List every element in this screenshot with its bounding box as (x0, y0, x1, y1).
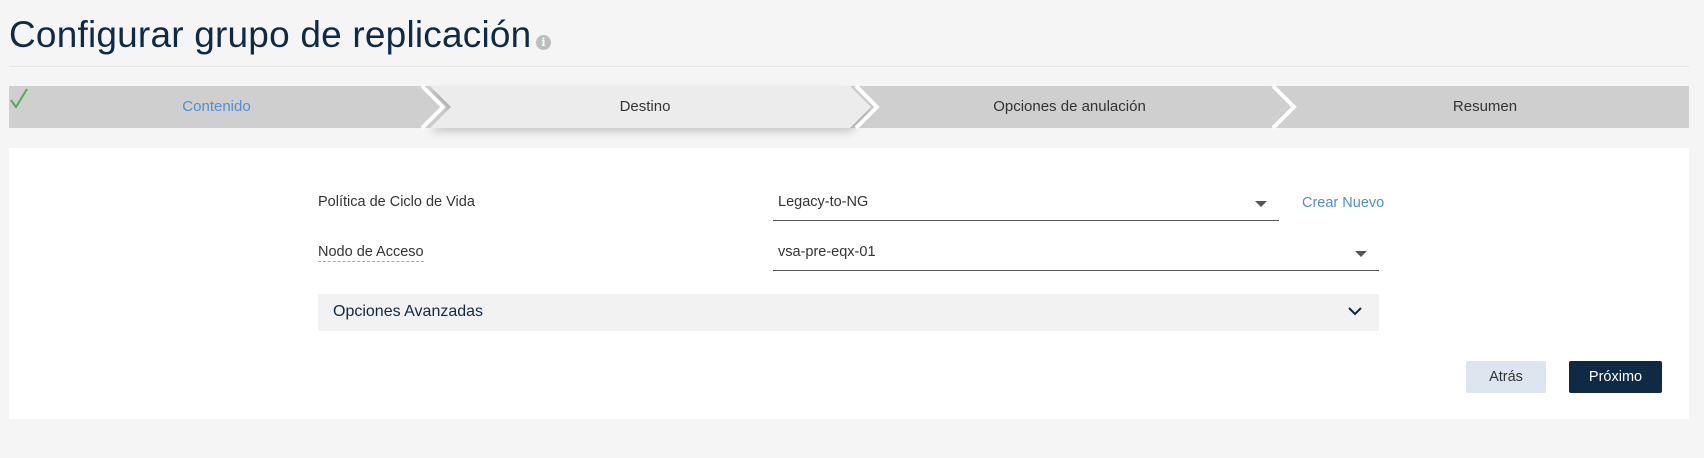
page-title: Configurar grupo de replicación (9, 14, 532, 55)
lifecycle-policy-value: Legacy-to-NG (778, 194, 869, 210)
create-new-link[interactable]: Crear Nuevo (1302, 195, 1384, 211)
lifecycle-policy-label: Política de Ciclo de Vida (318, 194, 475, 210)
check-icon (10, 88, 28, 109)
info-icon[interactable]: i (536, 35, 551, 50)
advanced-options-accordion[interactable]: Opciones Avanzadas (318, 294, 1379, 331)
wizard-step-resumen[interactable]: Resumen (1281, 86, 1689, 128)
advanced-options-label: Opciones Avanzadas (333, 303, 484, 320)
caret-down-icon (1255, 201, 1267, 207)
wizard-step-contenido[interactable]: Contenido (9, 86, 424, 128)
access-node-value: vsa-pre-eqx-01 (778, 244, 876, 260)
caret-down-icon (1355, 251, 1367, 257)
back-button[interactable]: Atrás (1466, 361, 1546, 393)
form-panel: Política de Ciclo de Vida Legacy-to-NG C… (9, 148, 1689, 419)
access-node-label: Nodo de Acceso (318, 244, 424, 262)
wizard-step-opciones-anulacion[interactable]: Opciones de anulación (864, 86, 1275, 128)
next-button[interactable]: Próximo (1569, 361, 1662, 393)
access-node-select[interactable]: vsa-pre-eqx-01 (773, 238, 1379, 271)
page-header: Configurar grupo de replicación i (9, 0, 1689, 67)
wizard-step-destino[interactable]: Destino (439, 86, 851, 128)
lifecycle-policy-select[interactable]: Legacy-to-NG (773, 188, 1279, 221)
chevron-down-icon (1348, 307, 1362, 316)
wizard-steps: Contenido Destino Opciones de anulación … (9, 84, 1689, 130)
